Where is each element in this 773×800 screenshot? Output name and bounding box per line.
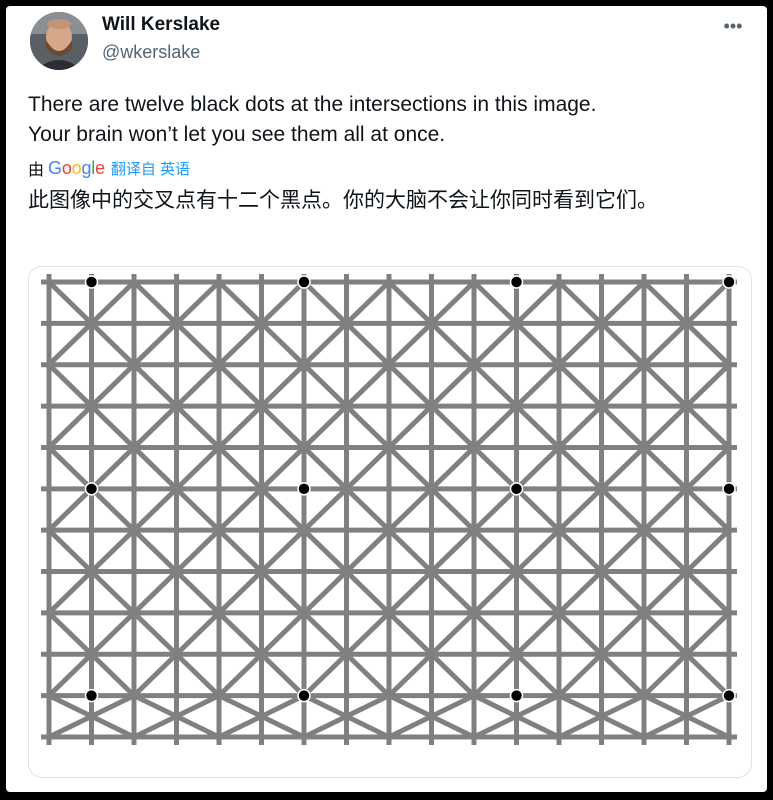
tweet-text-line: There are twelve black dots at the inter… bbox=[28, 93, 597, 116]
black-dot bbox=[84, 688, 99, 703]
translated-tweet-text: 此图像中的交叉点有十二个黑点。你的大脑不会让你同时看到它们。 bbox=[28, 189, 658, 212]
black-dot bbox=[297, 688, 311, 703]
black-dot bbox=[509, 482, 524, 496]
black-dot bbox=[297, 275, 311, 289]
black-dot bbox=[84, 275, 99, 289]
author-display-name[interactable]: Will Kerslake bbox=[102, 14, 220, 36]
black-dot bbox=[722, 688, 736, 703]
black-dot bbox=[722, 482, 736, 496]
black-dot bbox=[297, 482, 311, 496]
avatar-photo bbox=[30, 12, 88, 70]
google-logo: Google bbox=[48, 157, 105, 178]
black-dot bbox=[509, 688, 524, 703]
more-options-icon[interactable]: ••• bbox=[718, 16, 748, 36]
grid-lines bbox=[41, 274, 737, 745]
grid-illusion-image bbox=[41, 274, 737, 745]
author-handle[interactable]: @wkerslake bbox=[102, 42, 200, 63]
translation-by-label: 由 bbox=[28, 162, 45, 179]
tweet-text-line: Your brain won’t let you see them all at… bbox=[28, 123, 446, 146]
translated-from-link[interactable]: 翻译自 英语 bbox=[111, 158, 190, 179]
black-dot bbox=[722, 275, 736, 289]
tweet-text: There are twelve black dots at the inter… bbox=[28, 90, 748, 150]
author-avatar[interactable] bbox=[30, 12, 88, 70]
black-dot bbox=[84, 482, 99, 496]
black-dot bbox=[509, 275, 524, 289]
translation-attribution: 由 Google 翻译自 英语 bbox=[28, 157, 190, 180]
tweet-media-image[interactable] bbox=[28, 266, 752, 778]
tweet-card: Will Kerslake @wkerslake ••• There are t… bbox=[6, 6, 767, 792]
